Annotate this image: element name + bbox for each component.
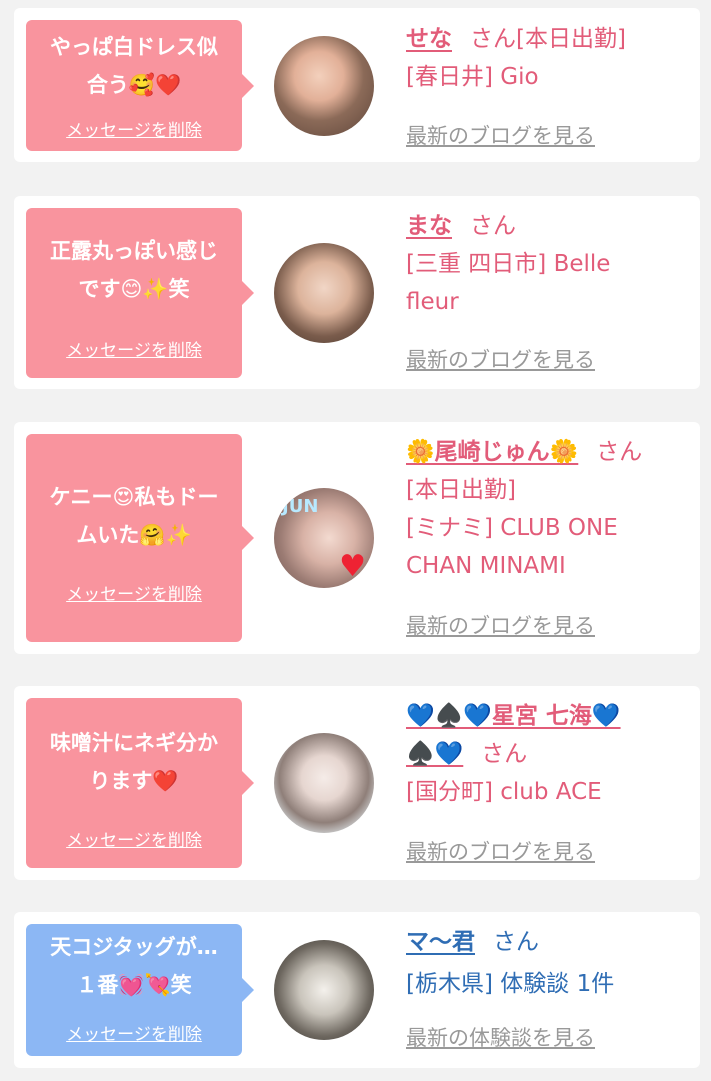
message-bubble: 正露丸っぽい感じ です😊✨笑 メッセージを削除 — [26, 208, 254, 378]
detail-line: [本日出勤] — [516, 26, 626, 52]
avatar-overlay-text: JUN — [282, 496, 319, 517]
delete-message-link[interactable]: メッセージを削除 — [26, 116, 242, 141]
message-bubble: ケニー😍私もドー ムいた🤗✨ メッセージを削除 — [26, 434, 254, 642]
latest-review-link[interactable]: 最新の体験談を見る — [406, 1022, 595, 1052]
profile-name-link[interactable]: まな — [406, 213, 452, 239]
detail-line: [国分町] club ACE — [406, 779, 602, 805]
message-text: ケニー😍私もドー ムいた🤗✨ — [26, 434, 242, 554]
message-line: ケニー😍私もドー — [49, 485, 219, 509]
avatar[interactable] — [274, 940, 374, 1040]
profile-name-link[interactable]: 🌼尾崎じゅん🌼 — [406, 439, 578, 465]
message-text: 天コジタッグが… １番💓💘笑 — [26, 924, 242, 1004]
message-card: やっぱ白ドレス似 合う🥰❤️ メッセージを削除 せな さん[本日出勤] [春日井]… — [14, 8, 700, 162]
avatar[interactable] — [274, 36, 374, 136]
delete-message-link[interactable]: メッセージを削除 — [26, 826, 242, 851]
honorific: さん — [470, 26, 516, 52]
message-line: 天コジタッグが… — [50, 935, 218, 959]
message-line: やっぱ白ドレス似 — [50, 35, 218, 59]
avatar[interactable] — [274, 733, 374, 833]
detail-line: [三重 四日市] Belle — [406, 251, 611, 277]
heart-icon: ♥ — [339, 549, 366, 584]
message-line: ムいた🤗✨ — [76, 523, 192, 547]
detail-line: [栃木県] 体験談 1件 — [406, 971, 615, 997]
honorific: さん — [596, 439, 643, 465]
honorific: さん — [481, 741, 528, 767]
message-bubble: 天コジタッグが… １番💓💘笑 メッセージを削除 — [26, 924, 254, 1056]
profile-name-link[interactable]: せな — [406, 26, 452, 52]
profile-info: せな さん[本日出勤] [春日井] Gio — [406, 20, 690, 96]
profile-name-link[interactable]: 💙♠️💙星宮 七海💙 — [406, 703, 621, 729]
honorific: さん — [470, 213, 516, 239]
delete-message-link[interactable]: メッセージを削除 — [26, 1020, 242, 1045]
message-bubble: 味噌汁にネギ分か ります❤️ メッセージを削除 — [26, 698, 254, 868]
latest-blog-link[interactable]: 最新のブログを見る — [406, 836, 595, 866]
detail-line: fleur — [406, 289, 459, 315]
message-bubble: やっぱ白ドレス似 合う🥰❤️ メッセージを削除 — [26, 20, 254, 151]
honorific: さん — [493, 929, 539, 955]
profile-name-link-cont[interactable]: ♠️💙 — [406, 741, 463, 767]
delete-message-link[interactable]: メッセージを削除 — [26, 336, 242, 361]
message-line: ります❤️ — [89, 769, 179, 793]
profile-info: 🌼尾崎じゅん🌼 さん [本日出勤] [ミナミ] CLUB ONE CHAN MIN… — [406, 433, 690, 585]
message-text: やっぱ白ドレス似 合う🥰❤️ — [26, 20, 242, 104]
latest-blog-link[interactable]: 最新のブログを見る — [406, 120, 595, 150]
detail-line: [春日井] Gio — [406, 64, 539, 90]
profile-name-link[interactable]: マ〜君 — [406, 929, 475, 955]
detail-line: [本日出勤] — [406, 477, 516, 503]
profile-info: まな さん [三重 四日市] Belle fleur — [406, 207, 690, 321]
profile-info: マ〜君 さん [栃木県] 体験談 1件 — [406, 923, 690, 1003]
latest-blog-link[interactable]: 最新のブログを見る — [406, 610, 595, 640]
message-card: 味噌汁にネギ分か ります❤️ メッセージを削除 💙♠️💙星宮 七海💙 ♠️💙 さん… — [14, 686, 700, 880]
message-text: 正露丸っぽい感じ です😊✨笑 — [26, 208, 242, 308]
avatar[interactable]: JUN ♥ — [274, 488, 374, 588]
message-line: 味噌汁にネギ分か — [50, 731, 218, 755]
message-card: ケニー😍私もドー ムいた🤗✨ メッセージを削除 JUN ♥ 🌼尾崎じゅん🌼 さん … — [14, 422, 700, 654]
message-line: 正露丸っぽい感じ — [50, 239, 218, 263]
detail-line: [ミナミ] CLUB ONE — [406, 515, 618, 541]
message-line: 合う🥰❤️ — [86, 73, 182, 97]
message-text: 味噌汁にネギ分か ります❤️ — [26, 698, 242, 800]
detail-line: CHAN MINAMI — [406, 553, 566, 579]
profile-info: 💙♠️💙星宮 七海💙 ♠️💙 さん [国分町] club ACE — [406, 697, 690, 811]
message-card: 正露丸っぽい感じ です😊✨笑 メッセージを削除 まな さん [三重 四日市] Be… — [14, 196, 700, 389]
message-line: です😊✨笑 — [78, 277, 190, 301]
avatar[interactable] — [274, 243, 374, 343]
message-line: １番💓💘笑 — [76, 973, 192, 997]
latest-blog-link[interactable]: 最新のブログを見る — [406, 344, 595, 374]
message-card: 天コジタッグが… １番💓💘笑 メッセージを削除 マ〜君 さん [栃木県] 体験談 … — [14, 912, 700, 1068]
delete-message-link[interactable]: メッセージを削除 — [26, 580, 242, 605]
